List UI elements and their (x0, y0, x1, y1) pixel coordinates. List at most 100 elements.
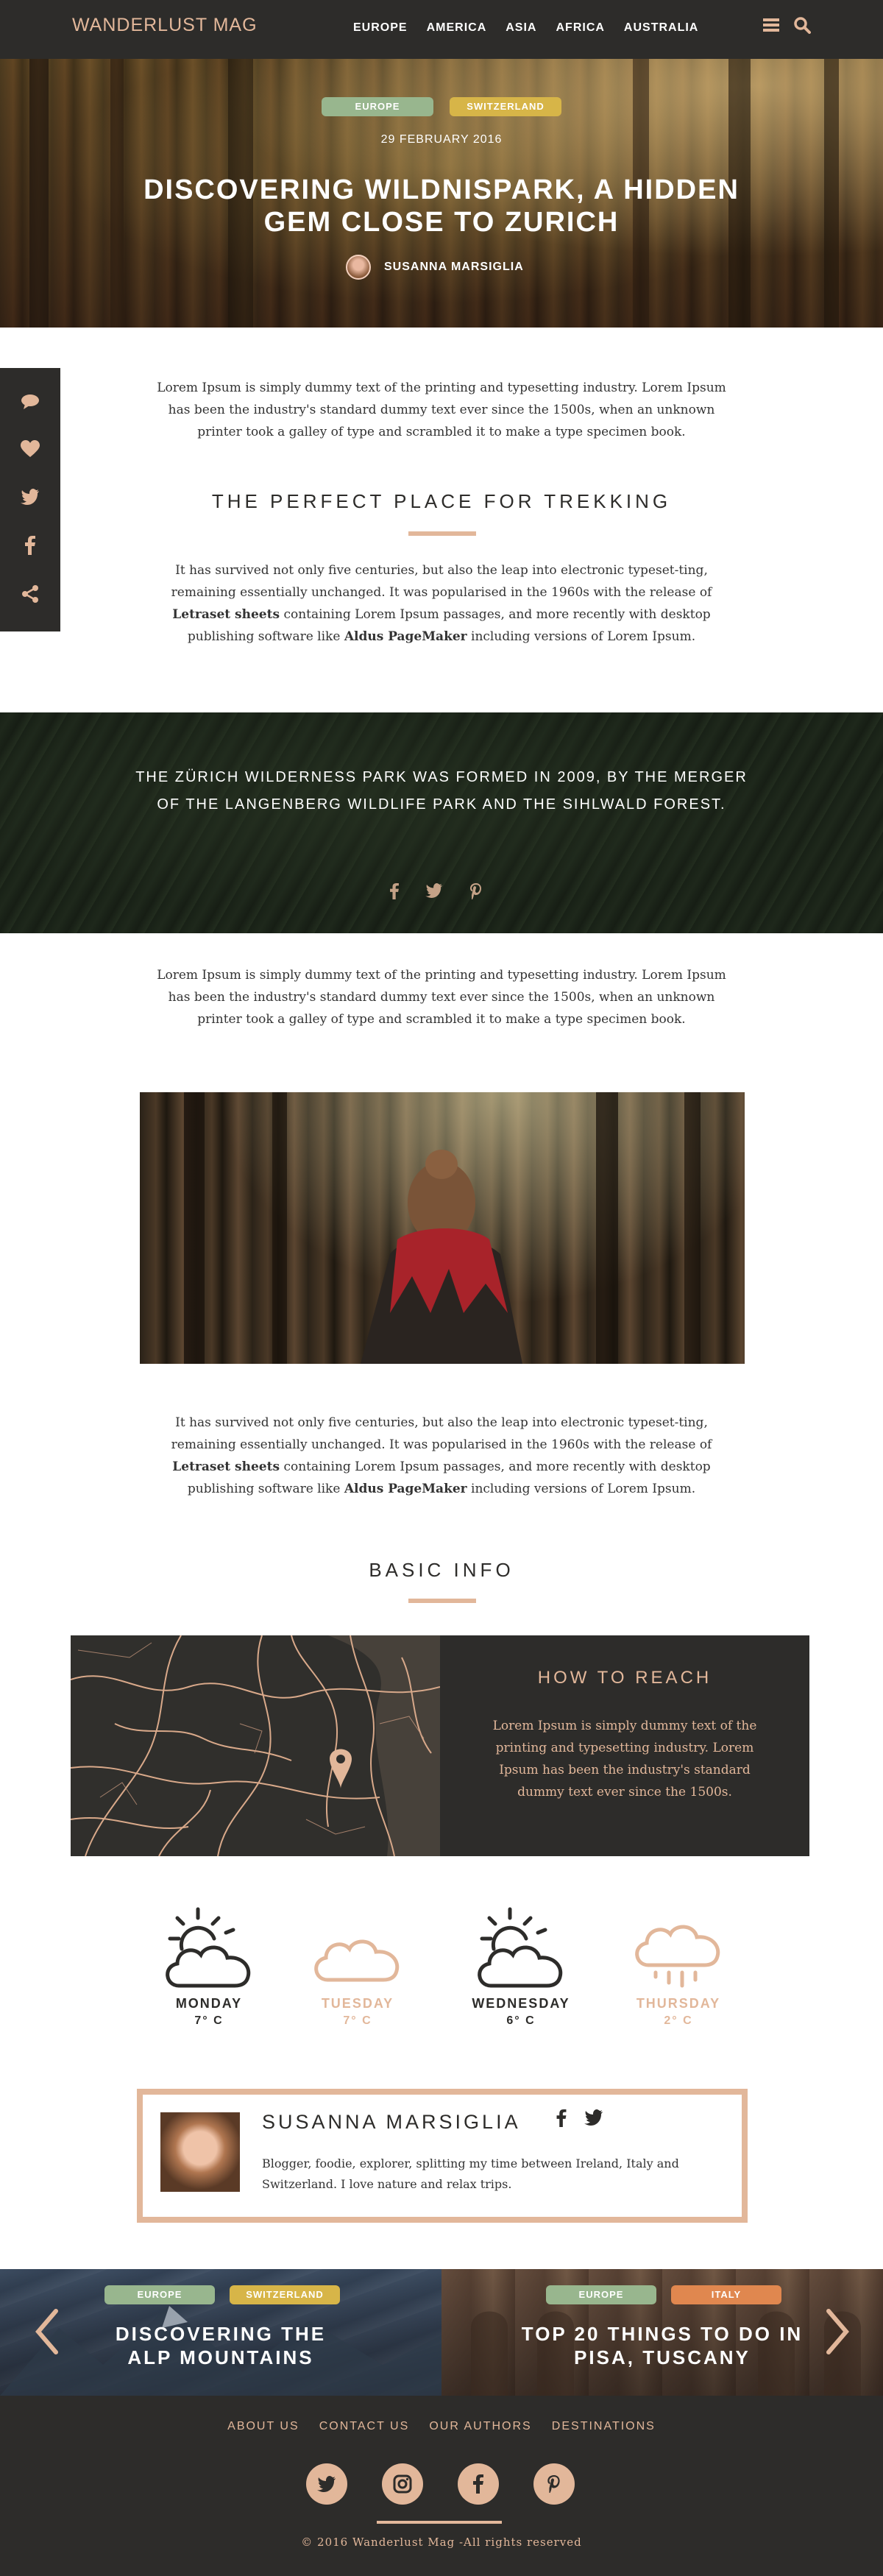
related-tags: EUROPE SWITZERLAND (104, 2285, 340, 2304)
weather-temp: 7° C (343, 2014, 372, 2027)
history-text-3: including versions of Lorem Ipsum. (467, 1482, 696, 1496)
top-navigation-bar: WANDERLUST MAG EUROPE AMERICA ASIA AFRIC… (0, 0, 883, 59)
sun-cloud-icon (447, 1903, 595, 1992)
weather-temp: 2° C (664, 2014, 693, 2027)
site-footer: ABOUT US CONTACT US OUR AUTHORS DESTINAT… (0, 2396, 883, 2576)
tag-switzerland[interactable]: SWITZERLAND (230, 2285, 340, 2304)
history-paragraph: It has survived not only five centuries,… (144, 1412, 739, 1500)
intro-paragraph-2: Lorem Ipsum is simply dummy text of the … (157, 968, 726, 1027)
twitter-icon[interactable] (425, 883, 443, 902)
facebook-icon[interactable] (458, 2463, 499, 2505)
pinterest-icon[interactable] (533, 2463, 575, 2505)
tag-europe[interactable]: EUROPE (546, 2285, 656, 2304)
history-bold-2: Aldus PageMaker (344, 1482, 467, 1496)
main-nav: EUROPE AMERICA ASIA AFRICA AUSTRALIA (353, 21, 717, 35)
weather-day-thursday: THURSDAY 2° C (605, 1903, 752, 2028)
how-to-reach-panel: HOW TO REACH Lorem Ipsum is simply dummy… (440, 1635, 809, 1856)
nav-asia[interactable]: ASIA (506, 21, 536, 35)
history-text-1: It has survived not only five centuries,… (171, 1415, 712, 1452)
footer-social (306, 2463, 575, 2505)
twitter-icon[interactable] (306, 2463, 347, 2505)
weather-day-name: MONDAY (175, 1996, 243, 2011)
related-post-title[interactable]: DISCOVERING THE ALP MOUNTAINS (0, 2322, 442, 2369)
footer-link-contact[interactable]: CONTACT US (319, 2420, 410, 2432)
share-icon[interactable] (21, 585, 39, 606)
author-bio-name[interactable]: SUSANNA MARSIGLIA (262, 2111, 521, 2134)
weather-temp: 6° C (506, 2014, 536, 2027)
how-to-reach-title: HOW TO REACH (537, 1668, 712, 1688)
section-underline (408, 531, 476, 536)
author-social (556, 2109, 603, 2130)
weather-day-name: TUESDAY (321, 1996, 394, 2011)
instagram-icon[interactable] (382, 2463, 423, 2505)
weather-day-wednesday: WEDNESDAY 6° C (447, 1903, 595, 2028)
comment-icon[interactable] (21, 394, 40, 413)
pull-quote: THE ZÜRICH WILDERNESS PARK WAS FORMED IN… (135, 769, 748, 813)
related-post-pisa[interactable]: EUROPE ITALY TOP 20 THINGS TO DO IN PISA… (442, 2269, 883, 2396)
trekking-paragraph: It has survived not only five centuries,… (144, 559, 739, 648)
author-bio-text: Blogger, foodie, explorer, splitting my … (262, 2156, 679, 2191)
section-underline-2 (408, 1599, 476, 1603)
hero-banner: EUROPE SWITZERLAND 29 FEBRUARY 2016 DISC… (0, 59, 883, 328)
trekking-bold-2: Aldus PageMaker (344, 629, 467, 644)
photo-illustration (184, 1092, 701, 1364)
pinterest-icon[interactable] (469, 883, 483, 902)
cloud-icon (284, 1903, 431, 1992)
heart-icon[interactable] (21, 440, 40, 461)
tag-switzerland[interactable]: SWITZERLAND (450, 97, 561, 116)
related-post-alp-mountains[interactable]: EUROPE SWITZERLAND DISCOVERING THE ALP M… (0, 2269, 442, 2396)
weather-day-tuesday: TUESDAY 7° C (284, 1903, 431, 2028)
history-bold-1: Letraset sheets (172, 1459, 280, 1474)
facebook-icon[interactable] (25, 535, 35, 558)
article-photo-woman-in-forest (140, 1092, 745, 1364)
nav-america[interactable]: AMERICA (427, 21, 487, 35)
related-posts: EUROPE SWITZERLAND DISCOVERING THE ALP M… (0, 2269, 883, 2396)
facebook-icon[interactable] (556, 2109, 567, 2130)
nav-africa[interactable]: AFRICA (556, 21, 604, 35)
related-post-title[interactable]: TOP 20 THINGS TO DO IN PISA, TUSCANY (442, 2322, 883, 2369)
quote-band: THE ZÜRICH WILDERNESS PARK WAS FORMED IN… (0, 712, 883, 933)
trekking-bold-1: Letraset sheets (172, 607, 280, 622)
author-name: SUSANNA MARSIGLIA (384, 261, 524, 273)
section-title-trekking: THE PERFECT PLACE FOR TREKKING (211, 490, 672, 512)
chevron-right-icon[interactable] (826, 2308, 851, 2358)
twitter-icon[interactable] (584, 2109, 603, 2130)
facebook-icon[interactable] (390, 883, 399, 902)
weather-temp: 7° C (194, 2014, 224, 2027)
weather-day-name: WEDNESDAY (472, 1996, 570, 2011)
how-to-reach-text: Lorem Ipsum is simply dummy text of the … (492, 1719, 757, 1800)
chevron-left-icon[interactable] (34, 2308, 59, 2358)
footer-link-destinations[interactable]: DESTINATIONS (552, 2420, 656, 2432)
section-title-basic-info: BASIC INFO (369, 1559, 514, 1581)
hero-tags: EUROPE SWITZERLAND (322, 97, 561, 116)
sun-cloud-icon (135, 1903, 283, 1992)
footer-link-authors[interactable]: OUR AUTHORS (429, 2420, 531, 2432)
nav-europe[interactable]: EUROPE (353, 21, 408, 35)
menu-icon[interactable] (762, 16, 780, 37)
rain-cloud-icon (605, 1903, 752, 1992)
header-icons (762, 16, 811, 37)
tag-italy[interactable]: ITALY (671, 2285, 781, 2304)
footer-link-about[interactable]: ABOUT US (227, 2420, 299, 2432)
nav-australia[interactable]: AUSTRALIA (624, 21, 698, 35)
weather-day-name: THURSDAY (636, 1996, 721, 2011)
author-bio-card: SUSANNA MARSIGLIA Blogger, foodie, explo… (137, 2089, 748, 2223)
trekking-text-1: It has survived not only five centuries,… (171, 563, 712, 600)
logo-text-mag: MAG (213, 15, 258, 35)
map-roads (71, 1635, 440, 1856)
quote-share-icons (390, 883, 483, 902)
site-logo[interactable]: WANDERLUST MAG (72, 15, 258, 36)
author-avatar (346, 255, 371, 280)
author-photo[interactable] (160, 2112, 240, 2192)
logo-text-main: WANDERLUST (72, 15, 208, 35)
post-date: 29 FEBRUARY 2016 (380, 133, 503, 146)
related-tags: EUROPE ITALY (546, 2285, 781, 2304)
post-author[interactable]: SUSANNA MARSIGLIA (346, 255, 524, 280)
tag-europe[interactable]: EUROPE (104, 2285, 215, 2304)
post-title: DISCOVERING WILDNISPARK, A HIDDEN GEM CL… (143, 174, 740, 238)
trekking-text-3: including versions of Lorem Ipsum. (467, 629, 696, 644)
location-map[interactable] (71, 1635, 440, 1856)
weather-forecast: MONDAY 7° C TUESDAY 7° C WEDNESDAY 6° C (0, 1903, 883, 2036)
tag-europe[interactable]: EUROPE (322, 97, 433, 116)
search-icon[interactable] (793, 16, 811, 37)
